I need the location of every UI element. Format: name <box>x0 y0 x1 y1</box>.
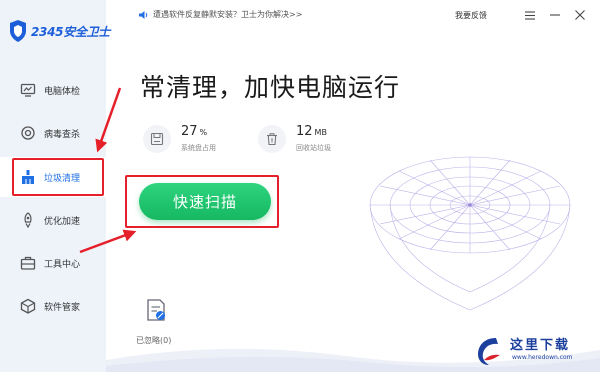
stat-value: 12 MB <box>296 124 327 139</box>
shield-scan-icon <box>21 126 35 140</box>
sidebar-item-label: 软件管家 <box>44 302 81 313</box>
stat-value: 27% <box>181 124 208 139</box>
stat-icon-wrap <box>258 125 286 153</box>
site-watermark: 这里下载 www.heredown.com <box>470 330 600 372</box>
sidebar-item-virus-scan[interactable]: 病毒查杀 <box>0 113 106 153</box>
minimize-button[interactable] <box>549 9 561 21</box>
sidebar-item-label: 工具中心 <box>44 259 81 270</box>
stat-caption: 系统盘占用 <box>181 144 216 152</box>
clean-globe-illustration <box>369 156 571 311</box>
sidebar-item-label: 电脑体检 <box>44 86 81 97</box>
app-logo-text: 2345安全卫士 <box>31 24 110 39</box>
box-icon <box>20 298 36 314</box>
monitor-icon <box>20 83 36 97</box>
close-button[interactable] <box>574 9 586 21</box>
shield-logo-icon <box>10 20 26 42</box>
toolbox-icon <box>20 256 36 270</box>
close-icon <box>575 10 585 20</box>
menu-icon <box>525 10 535 20</box>
feedback-link[interactable]: 我要反馈 <box>455 10 487 21</box>
app-logo: 2345安全卫士 <box>8 18 110 44</box>
stat-icon-wrap <box>143 125 171 153</box>
annotation-highlight-junk-clean <box>12 158 104 196</box>
watermark-logo-icon <box>478 338 500 365</box>
sidebar-item-tool-center[interactable]: 工具中心 <box>0 243 106 283</box>
sidebar-item-label: 优化加速 <box>44 216 81 227</box>
window-controls: 我要反馈 <box>455 9 586 21</box>
disk-icon <box>150 132 164 146</box>
ignored-list-icon[interactable] <box>145 298 167 322</box>
watermark-text: 这里下载 <box>510 338 571 353</box>
sidebar-item-pc-checkup[interactable]: 电脑体检 <box>0 70 106 110</box>
stat-caption: 回收站垃圾 <box>296 144 331 152</box>
speaker-icon <box>139 10 148 19</box>
sidebar-item-software-manager[interactable]: 软件管家 <box>0 286 106 326</box>
rocket-icon <box>24 212 32 228</box>
sidebar-item-label: 病毒查杀 <box>44 129 81 140</box>
trash-icon <box>267 133 277 146</box>
minimize-icon <box>550 14 560 16</box>
watermark-url: www.heredown.com <box>512 354 573 361</box>
page-headline: 常清理，加快电脑运行 <box>140 73 401 102</box>
sidebar-item-optimize[interactable]: 优化加速 <box>0 200 106 240</box>
menu-button[interactable] <box>524 9 536 21</box>
quick-scan-button[interactable]: 快速扫描 <box>139 183 271 220</box>
notice-banner[interactable]: 遭遇软件反复静默安装？卫士为你解决>> <box>138 9 302 20</box>
notice-text: 遭遇软件反复静默安装？卫士为你解决>> <box>153 10 303 19</box>
